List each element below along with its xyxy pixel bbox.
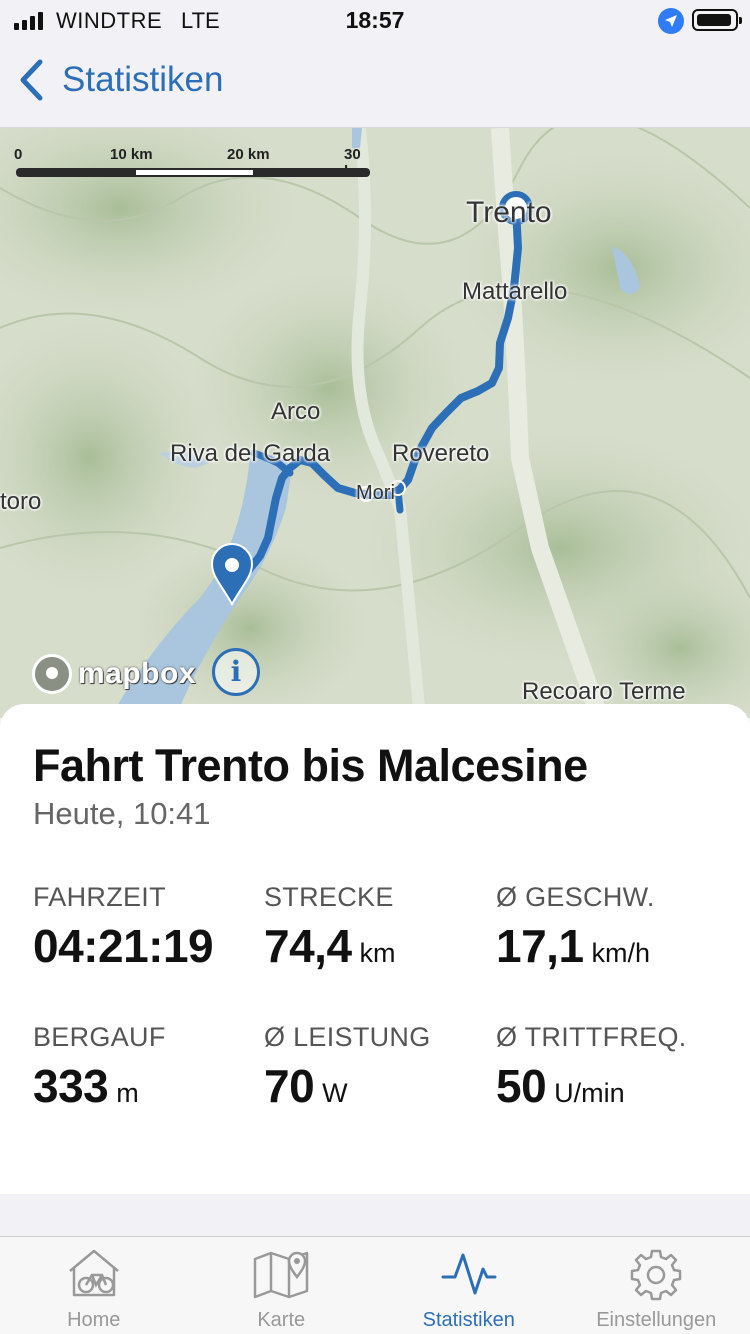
clock: 18:57 [345,7,405,33]
ride-title: Fahrt Trento bis Malcesine [33,740,588,791]
stat-unit: U/min [554,1078,625,1108]
stat-fahrzeit: FAHRZEIT 04:21:19 [33,882,214,973]
stat-unit: m [116,1078,139,1108]
back-button[interactable]: Statistiken [14,56,223,104]
stat-label: FAHRZEIT [33,882,166,912]
tab-karte[interactable]: Karte [188,1237,376,1334]
stat-geschwindigkeit: Ø GESCHW. 17,1 km/h [496,882,655,973]
stat-leistung: Ø LEISTUNG 70 W [264,1022,431,1113]
stat-label: BERGAUF [33,1022,166,1052]
place-label-trento: Trento [466,196,552,229]
status-bar: WINDTRE LTE 18:57 [0,0,750,42]
tab-einstellungen[interactable]: Einstellungen [563,1237,750,1334]
tab-label: Home [67,1309,121,1331]
stat-label: Ø TRITTFREQ. [496,1022,687,1052]
navigation-bar: Statistiken [0,42,750,128]
place-label-rovereto: Rovereto [392,440,490,467]
tab-home[interactable]: Home [0,1237,188,1334]
mapbox-logo[interactable]: mapbox [32,654,196,694]
home-bike-icon [68,1249,119,1297]
place-label-mori: Mori [356,482,395,504]
tab-label: Karte [257,1309,306,1331]
content-spacer [0,1194,750,1236]
stat-value: 50 [496,1060,547,1112]
tab-bar: Home Karte Statistiken Einstellungen [0,1236,750,1334]
battery-icon [692,9,742,31]
stat-value: 17,1 [496,920,584,972]
map-info-button[interactable]: i [212,648,260,696]
terrain-background [0,128,750,718]
route-map[interactable]: 0 10 km 20 km 30 km Trento Mattarello Ar… [0,128,750,718]
place-label-riva: Riva del Garda [170,440,331,467]
place-label-arco: Arco [271,398,321,425]
tab-label: Einstellungen [596,1309,717,1331]
map-scale-bar: 0 10 km 20 km 30 km [14,146,372,186]
scale-label-10: 10 km [110,146,153,163]
stat-value: 333 [33,1060,109,1112]
stat-label: Ø LEISTUNG [264,1022,431,1052]
stat-unit: km [359,938,396,968]
activity-pulse-icon [441,1253,497,1295]
tab-statistiken[interactable]: Statistiken [375,1237,563,1334]
back-button-label: Statistiken [62,60,224,99]
stat-value: 74,4 [264,920,352,972]
mapbox-wordmark: mapbox [78,657,197,690]
stat-unit: W [322,1078,348,1108]
scale-label-0: 0 [14,146,23,163]
stat-label: Ø GESCHW. [496,882,655,912]
scale-label-20: 20 km [227,146,270,163]
chevron-left-icon [20,59,43,101]
ride-date: Heute, 10:41 [33,796,211,831]
ride-summary-card: Fahrt Trento bis Malcesine Heute, 10:41 … [0,704,750,1194]
stat-strecke: STRECKE 74,4 km [264,882,396,973]
stat-value: 70 [264,1060,315,1112]
place-label-recoaro: Recoaro Terme [522,678,686,705]
gear-icon [631,1249,682,1301]
stat-value: 04:21:19 [33,920,214,972]
location-arrow-icon [658,8,684,34]
stat-label: STRECKE [264,882,394,912]
mapbox-icon [32,654,72,694]
tab-label: Statistiken [422,1309,515,1331]
map-pin-icon [254,1251,309,1299]
place-label-mattarello: Mattarello [462,278,568,305]
stat-unit: km/h [591,938,651,968]
stat-trittfrequenz: Ø TRITTFREQ. 50 U/min [496,1022,687,1113]
place-label-toro: toro [0,488,42,515]
stat-bergauf: BERGAUF 333 m [33,1022,166,1113]
